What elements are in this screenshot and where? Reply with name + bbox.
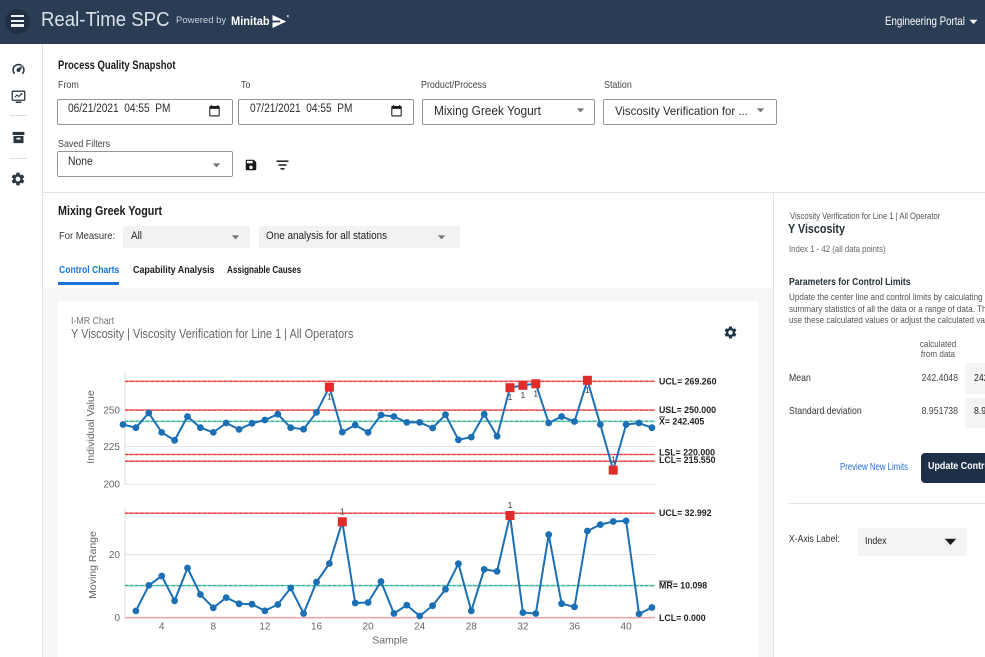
svg-text:225: 225 [103, 442, 120, 453]
svg-text:12: 12 [259, 622, 271, 633]
svg-text:LCL= 215.550: LCL= 215.550 [659, 455, 716, 465]
svg-text:250: 250 [103, 406, 120, 417]
svg-text:Moving Range: Moving Range [87, 531, 99, 599]
svg-text:24: 24 [414, 622, 426, 633]
svg-text:UCL= 269.260: UCL= 269.260 [659, 376, 717, 386]
svg-text:1: 1 [533, 388, 538, 398]
svg-text:20: 20 [109, 550, 121, 561]
svg-text:MR= 10.098: MR= 10.098 [659, 581, 707, 591]
svg-text:200: 200 [103, 480, 120, 491]
svg-text:X= 242.405: X= 242.405 [659, 417, 704, 427]
svg-text:1: 1 [340, 506, 345, 516]
svg-text:UCL= 32.992: UCL= 32.992 [659, 508, 712, 518]
svg-text:1: 1 [327, 392, 332, 402]
svg-text:1: 1 [508, 392, 513, 402]
svg-text:LCL= 0.000: LCL= 0.000 [659, 613, 706, 623]
svg-text:1: 1 [611, 455, 616, 465]
svg-text:1: 1 [585, 385, 590, 395]
svg-text:1: 1 [521, 390, 526, 400]
svg-text:16: 16 [311, 622, 323, 633]
svg-text:Individual Value: Individual Value [85, 390, 97, 464]
svg-text:Sample: Sample [372, 635, 408, 647]
svg-text:28: 28 [466, 622, 478, 633]
svg-text:1: 1 [508, 500, 513, 510]
svg-text:20: 20 [363, 622, 375, 633]
svg-text:36: 36 [569, 622, 581, 633]
svg-text:8: 8 [211, 622, 217, 633]
svg-text:USL= 250.000: USL= 250.000 [659, 405, 716, 415]
svg-text:4: 4 [159, 622, 165, 633]
svg-text:32: 32 [517, 622, 529, 633]
svg-text:0: 0 [114, 613, 120, 624]
svg-text:40: 40 [621, 622, 633, 633]
